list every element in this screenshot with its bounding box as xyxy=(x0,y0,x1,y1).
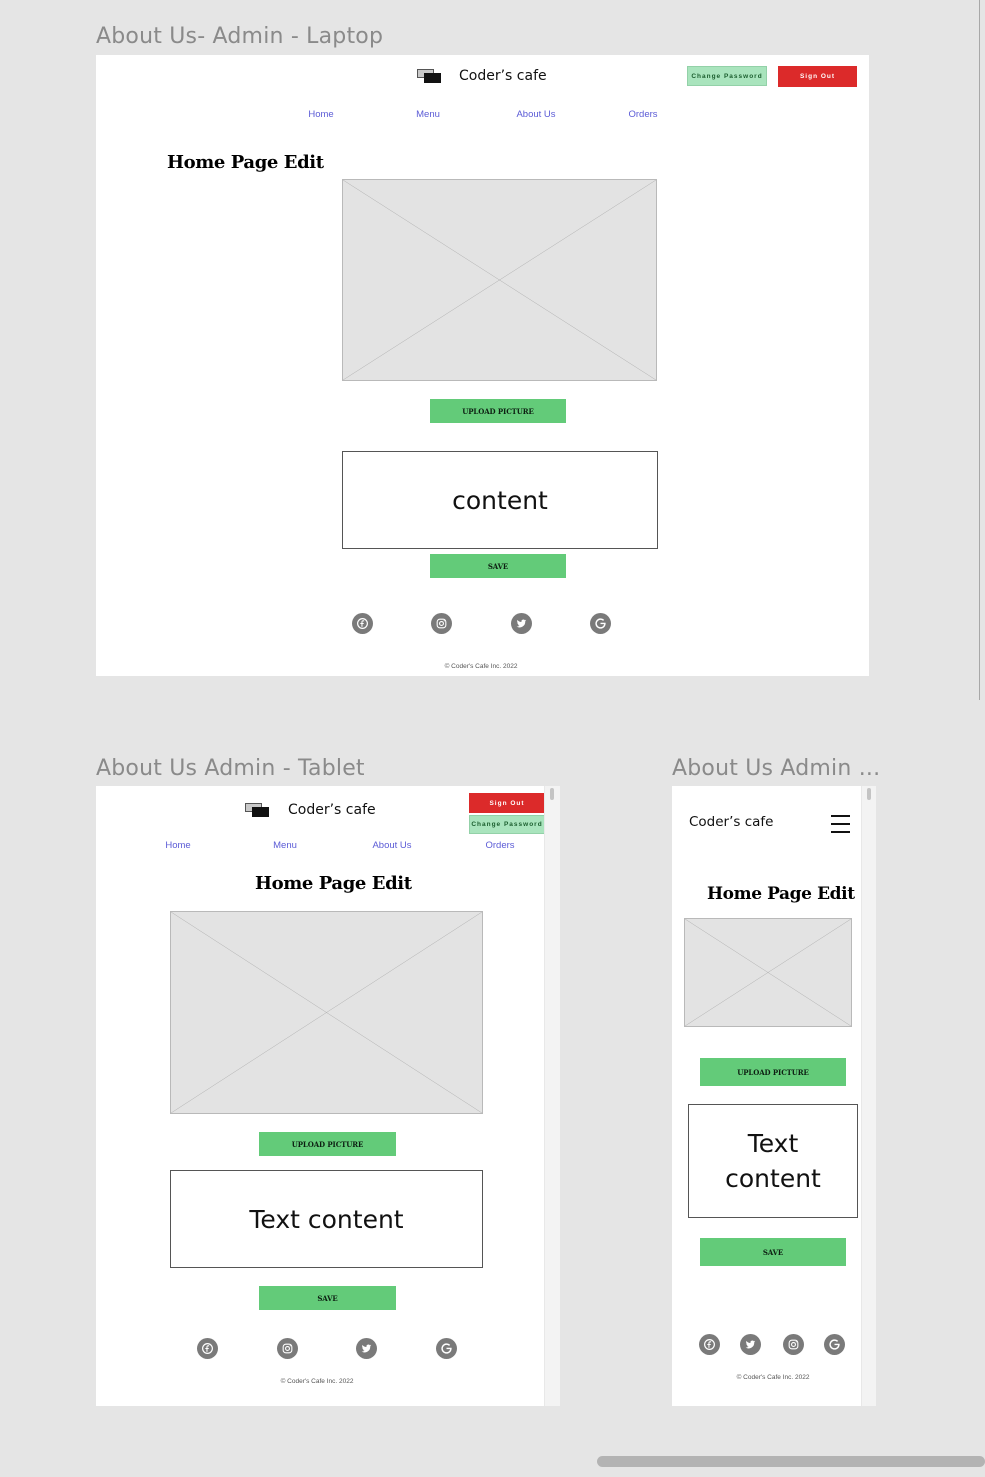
change-password-button[interactable]: Change Password xyxy=(469,815,545,834)
save-button[interactable]: SAVE xyxy=(259,1286,396,1310)
image-placeholder xyxy=(684,918,852,1027)
page-title: Home Page Edit xyxy=(167,152,324,173)
twitter-icon[interactable] xyxy=(511,613,532,634)
nav-about-us[interactable]: About Us xyxy=(372,840,411,851)
facebook-icon[interactable] xyxy=(197,1338,218,1359)
content-textbox[interactable]: content xyxy=(342,451,658,549)
logo-icon xyxy=(417,69,441,83)
canvas-divider xyxy=(979,0,980,700)
copyright-text: © Coder's Cafe Inc. 2022 xyxy=(444,663,518,670)
nav-orders[interactable]: Orders xyxy=(628,109,657,120)
content-textbox[interactable]: Text content xyxy=(688,1104,858,1218)
canvas-horizontal-scrollbar[interactable] xyxy=(597,1456,985,1467)
instagram-icon[interactable] xyxy=(277,1338,298,1359)
facebook-icon[interactable] xyxy=(699,1334,720,1355)
frame-title-tablet: About Us Admin - Tablet xyxy=(96,756,365,781)
hamburger-menu-icon[interactable] xyxy=(831,815,850,833)
google-icon[interactable] xyxy=(590,613,611,634)
nav-menu[interactable]: Menu xyxy=(273,840,297,851)
instagram-icon[interactable] xyxy=(431,613,452,634)
tablet-frame: Coder’s cafe Sign Out Change Password Ho… xyxy=(96,786,560,1406)
nav-home[interactable]: Home xyxy=(308,109,333,120)
copyright-text: © Coder's Cafe Inc. 2022 xyxy=(736,1374,810,1381)
google-icon[interactable] xyxy=(824,1334,845,1355)
page-title: Home Page Edit xyxy=(255,873,412,894)
sign-out-button[interactable]: Sign Out xyxy=(778,66,857,87)
upload-picture-button[interactable]: UPLOAD PICTURE xyxy=(259,1132,396,1156)
google-icon[interactable] xyxy=(436,1338,457,1359)
brand-name: Coder’s cafe xyxy=(288,802,376,818)
sign-out-button[interactable]: Sign Out xyxy=(469,793,545,813)
nav-menu[interactable]: Menu xyxy=(416,109,440,120)
facebook-icon[interactable] xyxy=(352,613,373,634)
scrollbar-thumb[interactable] xyxy=(867,788,871,800)
frame-title-laptop: About Us- Admin - Laptop xyxy=(96,24,384,49)
twitter-icon[interactable] xyxy=(356,1338,377,1359)
image-placeholder xyxy=(342,179,657,381)
brand-name: Coder’s cafe xyxy=(459,68,547,84)
save-button[interactable]: SAVE xyxy=(430,554,566,578)
nav-about-us[interactable]: About Us xyxy=(516,109,555,120)
logo-icon xyxy=(245,803,269,817)
scrollbar-thumb[interactable] xyxy=(550,788,554,800)
frame-title-mobile: About Us Admin ... xyxy=(672,756,881,781)
scrollbar[interactable] xyxy=(544,786,560,1406)
upload-picture-button[interactable]: UPLOAD PICTURE xyxy=(700,1058,846,1086)
image-placeholder xyxy=(170,911,483,1114)
nav-home[interactable]: Home xyxy=(165,840,190,851)
scrollbar[interactable] xyxy=(861,786,876,1406)
nav-orders[interactable]: Orders xyxy=(485,840,514,851)
mobile-frame: Coder’s cafe Home Page Edit UPLOAD PICTU… xyxy=(672,786,876,1406)
twitter-icon[interactable] xyxy=(740,1334,761,1355)
save-button[interactable]: SAVE xyxy=(700,1238,846,1266)
copyright-text: © Coder's Cafe Inc. 2022 xyxy=(280,1378,354,1385)
change-password-button[interactable]: Change Password xyxy=(687,66,767,86)
upload-picture-button[interactable]: UPLOAD PICTURE xyxy=(430,399,566,423)
content-textbox[interactable]: Text content xyxy=(170,1170,483,1268)
instagram-icon[interactable] xyxy=(783,1334,804,1355)
brand-name: Coder’s cafe xyxy=(689,814,774,830)
laptop-frame: Coder’s cafe Change Password Sign Out Ho… xyxy=(96,55,869,676)
page-title: Home Page Edit xyxy=(707,884,855,904)
